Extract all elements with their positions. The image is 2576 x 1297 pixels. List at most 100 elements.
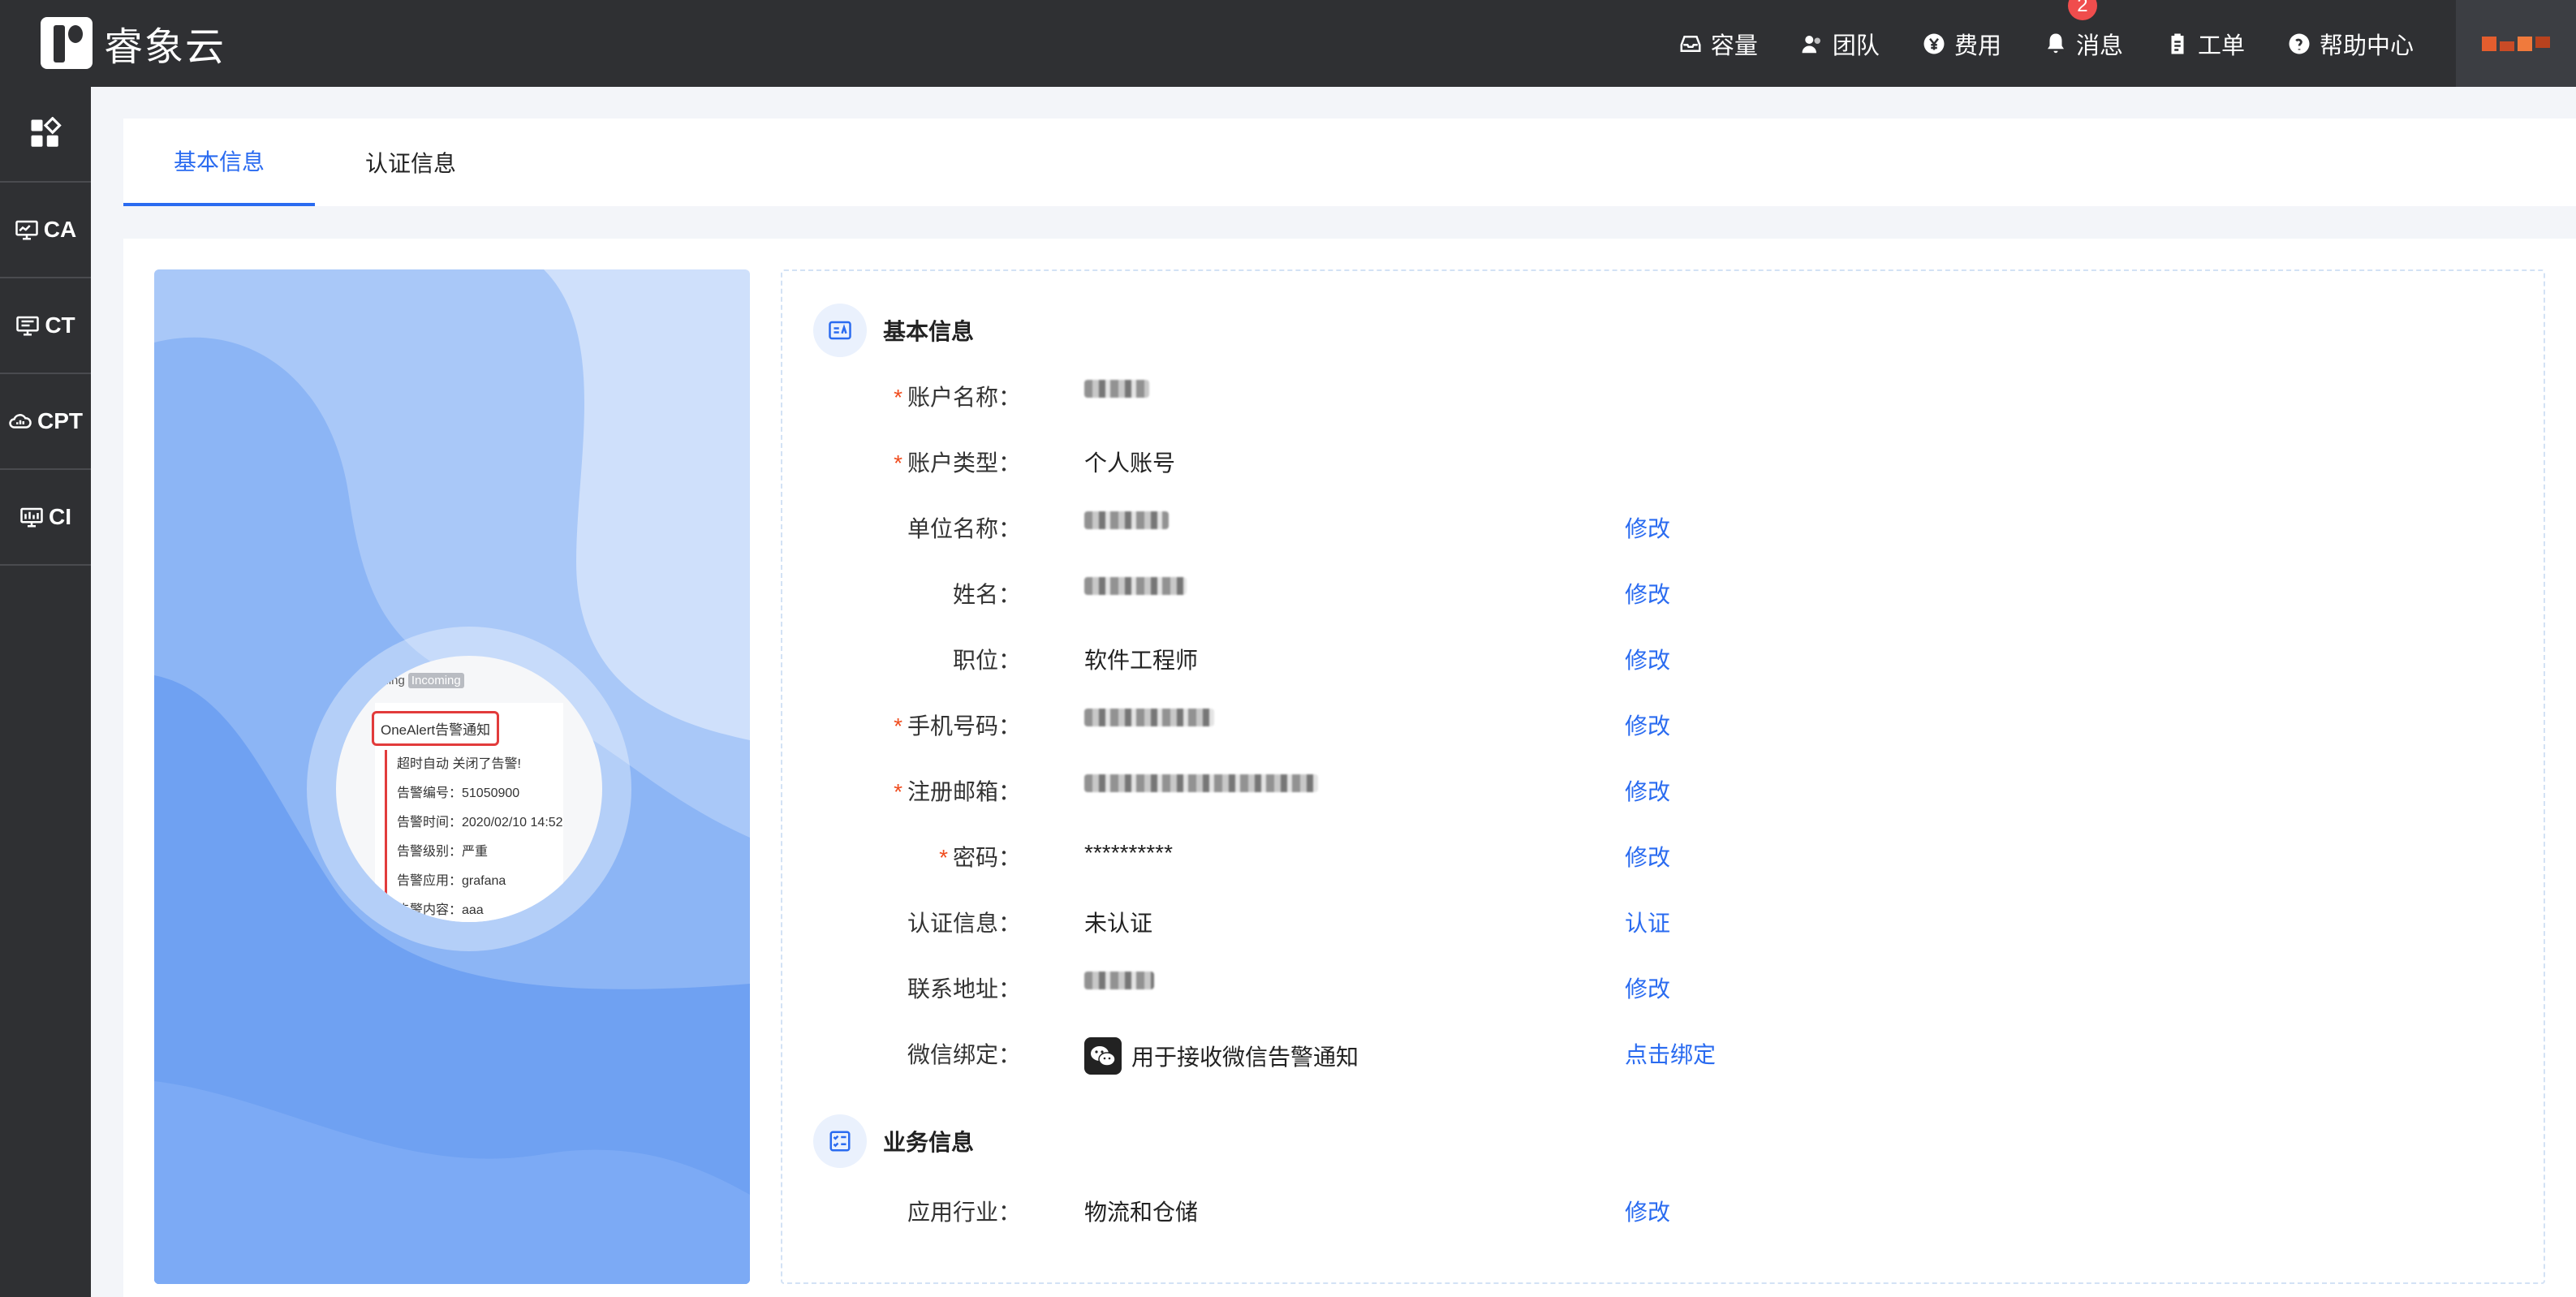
row-address: 联系地址： 修改 [782,972,2547,1004]
row-phone: * 手机号码： 修改 [782,709,2547,741]
sidebar-item-ca[interactable]: CA [0,183,91,278]
top-nav: 容量 团队 费用 2 消息 工单 帮助中心 [1678,0,2576,87]
field-value: 个人账号 [1084,446,1175,478]
field-label: 单位名称： [907,511,1021,544]
yen-icon [1923,33,1945,54]
nav-tickets-label: 工单 [2197,32,2245,59]
required-marker: * [894,713,902,739]
field-label-text: 职位： [952,648,1021,673]
sidebar-item-label: CPT [37,408,83,433]
sidebar-item-label: CI [49,504,71,529]
clipboard-icon [2171,33,2184,54]
sidebar-item-label: CT [45,312,75,338]
users-icon [1802,35,1820,53]
certification-action-link[interactable]: 认证 [1625,906,1670,938]
inbox-icon [1680,35,1701,52]
row-full-name: 姓名： 修改 [782,577,2547,610]
field-value-text: ********** [1084,840,1173,865]
email-action-link[interactable]: 修改 [1625,774,1670,807]
field-value-text: 软件工程师 [1084,648,1199,673]
row-industry: 应用行业： 物流和仓储 修改 [782,1195,2547,1227]
wechat-binding-action-link[interactable]: 点击绑定 [1625,1037,1716,1070]
field-label-text: 账户类型： [907,450,1021,476]
field-value: 未认证 [1084,906,1152,938]
message-count-badge: 2 [2067,0,2097,20]
field-value: ********** [1084,840,1173,866]
alert-preview: oming Incoming OneAlert告警通知 超时自动 关闭了告警! 告… [336,656,602,922]
field-label-text: 账户名称： [907,385,1021,410]
tab-certification-info[interactable]: 认证信息 [315,118,506,206]
edit-link[interactable]: 修改 [1625,1195,1670,1227]
redacted-value [1084,709,1214,726]
phone-action-link[interactable]: 修改 [1625,709,1670,741]
field-label-text: 密码： [952,845,1021,870]
field-value-text: 用于接收微信告警通知 [1131,1045,1359,1070]
address-action-link[interactable]: 修改 [1625,972,1670,1004]
field-value [1084,511,1169,529]
field-value [1084,577,1187,595]
required-marker: * [939,845,948,870]
help-icon [2289,33,2310,54]
field-value [1084,972,1154,989]
cloud-icon [9,414,32,429]
bell-icon [2047,33,2064,53]
user-menu[interactable] [2456,0,2576,87]
field-label-text: 联系地址： [907,976,1021,1002]
field-label: * 账户名称： [894,380,1021,412]
nav-billing[interactable]: 费用 [1922,27,2001,61]
nav-tickets[interactable]: 工单 [2165,27,2245,61]
tab-basic-info[interactable]: 基本信息 [123,118,315,206]
field-label: 认证信息： [907,906,1021,938]
info-panel: 基本信息 * 账户名称： * 账户类型： 个人账号 单位名称： 修改 姓名： 修改 职位： 软件工程… [781,269,2545,1284]
id-card-icon [813,304,867,357]
alert-message: oming Incoming OneAlert告警通知 超时自动 关闭了告警! 告… [372,673,563,922]
nav-messages[interactable]: 2 消息 [2044,0,2123,61]
field-label-text: 手机号码： [907,713,1021,739]
sidebar-item-ct[interactable]: CT [0,278,91,374]
company-name-action-link[interactable]: 修改 [1625,511,1670,544]
field-label-text: 注册邮箱： [907,779,1021,804]
nav-help-center[interactable]: 帮助中心 [2287,27,2414,61]
redacted-value [1084,577,1187,595]
wechat-icon [1084,1037,1122,1075]
sidebar-item-cpt[interactable]: CPT [0,374,91,470]
sidebar: CA CT CPT CI [0,87,91,1297]
required-marker: * [894,450,902,476]
required-marker: * [894,385,902,410]
field-value [1084,774,1318,792]
field-label: 联系地址： [907,972,1021,1004]
row-company-name: 单位名称： 修改 [782,511,2547,544]
row-wechat-binding: 微信绑定： 用于接收微信告警通知 点击绑定 [782,1037,2547,1075]
field-value: 软件工程师 [1084,643,1198,675]
field-value: 用于接收微信告警通知 [1084,1037,1359,1075]
business-info-header: 业务信息 [813,1114,974,1168]
sidebar-item-home[interactable] [0,87,91,183]
avatar [2482,36,2550,51]
job-title-action-link[interactable]: 修改 [1625,643,1670,675]
field-label: 职位： [953,643,1021,675]
redacted-value [1084,380,1149,398]
full-name-action-link[interactable]: 修改 [1625,577,1670,610]
field-label: 姓名： [953,577,1021,610]
sidebar-item-label: CA [43,217,77,242]
nav-team[interactable]: 团队 [1800,27,1880,61]
field-value [1084,380,1149,398]
field-label: * 账户类型： [894,446,1021,478]
logo[interactable]: 睿象云 [41,15,226,71]
field-label-text: 姓名： [952,582,1021,607]
field-label: * 注册邮箱： [894,774,1021,807]
nav-messages-label: 消息 [2075,32,2123,59]
sidebar-item-ci[interactable]: CI [0,470,91,566]
nav-capacity[interactable]: 容量 [1678,27,1758,61]
redacted-value [1084,774,1318,792]
alert-preview-circle: oming Incoming OneAlert告警通知 超时自动 关闭了告警! 告… [307,627,631,951]
field-value [1084,709,1214,726]
logo-icon [41,17,93,69]
nav-billing-label: 费用 [1954,32,2001,59]
monitor-icon [16,316,40,336]
password-action-link[interactable]: 修改 [1625,840,1670,873]
row-email: * 注册邮箱： 修改 [782,774,2547,807]
grid-icon [31,117,62,147]
field-label: * 手机号码： [894,709,1021,741]
field-label: 应用行业： [907,1200,1021,1225]
